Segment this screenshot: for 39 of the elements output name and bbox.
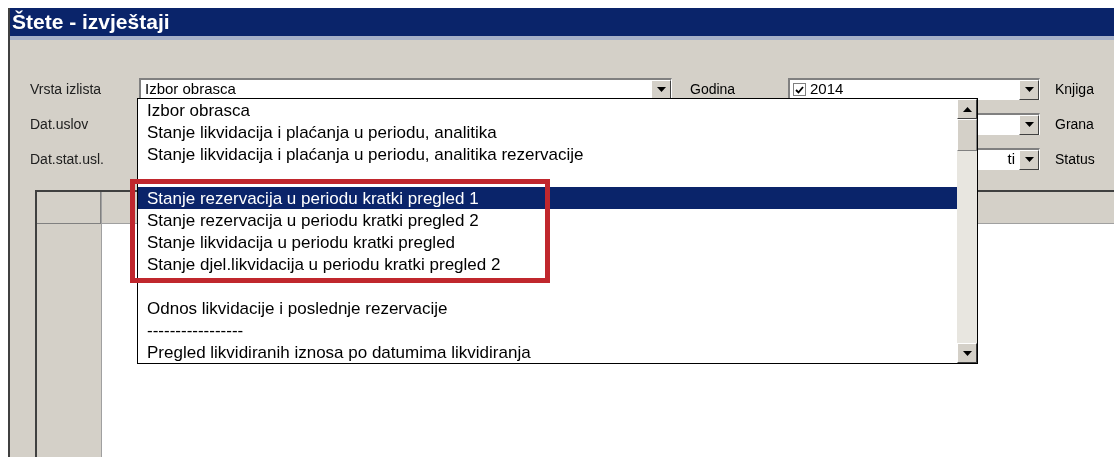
dropdown-option[interactable]: Stanje likvidacija u periodu kratki pregled xyxy=(138,231,957,253)
dropdown-button[interactable] xyxy=(1019,149,1039,170)
dropdown-option[interactable]: Izbor obrasca xyxy=(138,99,957,121)
dropdown-option[interactable]: Stanje rezervacija u periodu kratki pregled 1 xyxy=(138,187,957,209)
triangle-down-icon xyxy=(656,87,666,92)
dropdown-option[interactable]: Stanje djel.likvidacija u periodu kratki pregled 2 xyxy=(138,253,957,275)
dropdown-button[interactable] xyxy=(1019,79,1039,100)
dropdown-option[interactable]: ----------------- xyxy=(138,319,957,341)
checkbox[interactable] xyxy=(793,83,806,96)
scrollbar[interactable] xyxy=(957,99,977,363)
dropdown-option[interactable]: Stanje rezervacija u periodu kratki pregled 2 xyxy=(138,209,957,231)
triangle-down-icon xyxy=(962,350,972,356)
combo-box[interactable]: 2014 xyxy=(788,78,1040,100)
triangle-down-icon xyxy=(1024,87,1034,92)
field-label: Knjiga xyxy=(1054,79,1094,99)
field-label: Dat.stat.usl. xyxy=(30,149,105,169)
dropdown-button[interactable] xyxy=(1019,114,1039,135)
dropdown-option[interactable]: Stanje likvidacija i plaćanja u periodu, analitika xyxy=(138,121,957,143)
combo-value: ti xyxy=(1007,150,1015,168)
dropdown-option[interactable]: Pregled likvidiranih iznosa po datumima likvidiranja xyxy=(138,341,957,363)
dropdown-option[interactable]: Odnos likvidacije i poslednje rezervacije xyxy=(138,297,957,319)
triangle-down-icon xyxy=(1024,157,1034,162)
field-label: Grana xyxy=(1054,114,1094,134)
scroll-up-button[interactable] xyxy=(957,99,977,119)
combo-value: 2014 xyxy=(810,80,844,98)
dropdown-button[interactable] xyxy=(651,79,671,100)
field-label: Status xyxy=(1054,149,1095,169)
triangle-up-icon xyxy=(962,106,972,112)
dropdown-button[interactable] xyxy=(957,343,977,363)
scrollbar-thumb[interactable] xyxy=(957,119,977,151)
field-label: Vrsta izlista xyxy=(30,79,103,99)
field-label: Dat.uslov xyxy=(30,114,90,134)
triangle-down-icon xyxy=(1024,122,1034,127)
combo-value: Izbor obrasca xyxy=(145,80,236,98)
combo-box[interactable]: Izbor obrasca xyxy=(139,78,672,100)
check-icon xyxy=(795,85,804,94)
window-title: Štete - izvještaji xyxy=(12,9,170,36)
field-label: Godina xyxy=(690,81,736,97)
dropdown-option[interactable]: Stanje likvidacija i plaćanja u periodu, analitika rezervacije xyxy=(138,143,957,165)
